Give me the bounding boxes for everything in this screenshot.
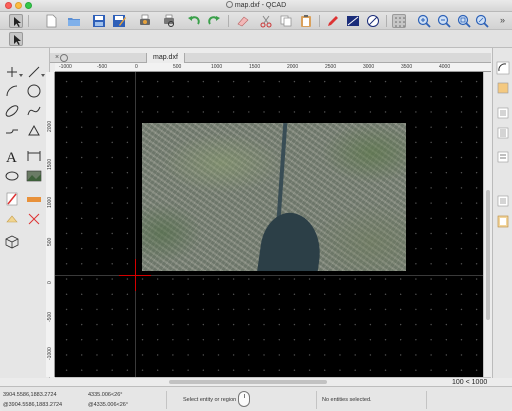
clipboard-icon[interactable] <box>496 214 510 228</box>
document-icon <box>225 1 233 8</box>
print-preview-icon[interactable] <box>162 14 176 28</box>
arc-tool-icon[interactable] <box>4 83 20 99</box>
drawing-canvas[interactable] <box>55 72 491 377</box>
document-tab-bar: × map.dxf <box>50 53 491 63</box>
secondary-toolbar <box>0 30 512 48</box>
paste-icon[interactable] <box>299 14 313 28</box>
hatch-tool-icon[interactable] <box>4 168 20 184</box>
relative-coordinates: @3904.5586,1883.2724 <box>3 402 63 408</box>
save-icon[interactable] <box>92 14 106 28</box>
lake <box>254 209 326 271</box>
select-arrow-icon[interactable] <box>9 14 23 28</box>
selection-status: No entities selected. <box>322 397 372 403</box>
h-ruler-tick-label: 3500 <box>401 64 413 70</box>
v-ruler-tick-label: 1500 <box>47 158 53 170</box>
h-ruler-tick-label: 2000 <box>287 64 299 70</box>
h-ruler-tick-label: 4000 <box>439 64 451 70</box>
tab-nav-icon[interactable] <box>60 54 68 62</box>
v-ruler-tick-label: -1000 <box>47 347 53 360</box>
modify-tool-icon[interactable] <box>4 191 20 207</box>
main-toolbar: » <box>0 12 512 30</box>
h-ruler-tick-label: 3000 <box>363 64 375 70</box>
image-tool-icon[interactable] <box>26 168 42 184</box>
block-tool-icon[interactable] <box>4 211 20 227</box>
save-as-icon[interactable] <box>112 14 126 28</box>
tab-map-dxf[interactable]: map.dxf <box>146 53 185 63</box>
toolbar-overflow-button[interactable]: » <box>500 15 505 25</box>
zoom-in-icon[interactable] <box>417 14 431 28</box>
h-ruler-tick-label: -500 <box>97 64 108 70</box>
horizontal-ruler: -1000 -500 0 500 1000 1500 2000 2500 3000 3500 400… <box>55 63 491 72</box>
circle-tool-icon[interactable] <box>26 83 42 99</box>
zoom-auto-icon[interactable] <box>457 14 471 28</box>
3d-box-icon[interactable] <box>4 234 20 250</box>
print-icon[interactable] <box>138 14 152 28</box>
polyline-tool-icon[interactable] <box>4 123 20 139</box>
snap-tool-icon[interactable] <box>26 211 42 227</box>
pen-icon[interactable] <box>326 14 340 28</box>
spline-tool-icon[interactable] <box>26 103 42 119</box>
h-ruler-tick-label: 1500 <box>249 64 261 70</box>
point-tool-icon[interactable] <box>4 64 20 80</box>
command-line-icon[interactable] <box>496 150 510 164</box>
text-tool-icon[interactable]: A <box>4 148 20 164</box>
v-ruler-tick-label: 2000 <box>47 120 53 132</box>
measure-tool-icon[interactable] <box>26 191 42 207</box>
library-browser-icon[interactable] <box>496 81 510 95</box>
tools-panel: A <box>0 48 50 378</box>
svg-text:A: A <box>6 150 17 164</box>
cut-icon[interactable] <box>259 14 273 28</box>
v-ruler-tick-label: 500 <box>47 237 53 246</box>
redo-icon[interactable] <box>207 14 221 28</box>
app-window: map.dxf - QCAD » A × map.dxf -1000 -500 … <box>0 0 512 411</box>
copy-icon[interactable] <box>279 14 293 28</box>
no-entry-icon[interactable] <box>366 14 380 28</box>
vertical-scroll-thumb[interactable] <box>486 190 490 320</box>
river <box>276 123 288 219</box>
window-title: map.dxf - QCAD <box>0 1 512 9</box>
polar-coordinates: 4335.006<26° <box>88 392 123 398</box>
h-ruler-tick-label: 2500 <box>325 64 337 70</box>
layer-list-icon[interactable] <box>496 126 510 140</box>
absolute-coordinates: 3904.5586,1883.2724 <box>3 392 57 398</box>
crosshair-vertical <box>135 259 136 291</box>
h-ruler-tick-label: -1000 <box>59 64 72 70</box>
y-axis-line <box>135 72 136 377</box>
h-ruler-tick-label: 500 <box>173 64 182 70</box>
h-ruler-tick-label: 1000 <box>211 64 223 70</box>
mouse-icon <box>238 391 250 407</box>
select-pointer-icon[interactable] <box>9 32 23 46</box>
title-bar: map.dxf - QCAD <box>0 0 512 12</box>
zoom-window-icon[interactable] <box>475 14 489 28</box>
status-bar: 3904.5586,1883.2724 @3904.5586,1883.2724… <box>0 386 512 411</box>
vertical-scrollbar[interactable] <box>483 72 491 377</box>
map-image[interactable] <box>142 123 406 271</box>
new-file-icon[interactable] <box>44 14 58 28</box>
property-editor-icon[interactable] <box>496 61 510 75</box>
docks-panel <box>492 48 512 378</box>
ellipse-tool-icon[interactable] <box>4 103 20 119</box>
open-folder-icon[interactable] <box>67 14 81 28</box>
horizontal-scrollbar[interactable] <box>55 377 491 386</box>
horizontal-scroll-thumb[interactable] <box>169 380 327 384</box>
layer-icon[interactable] <box>346 14 360 28</box>
shape-tool-icon[interactable] <box>26 123 42 139</box>
v-ruler-tick-label: -500 <box>47 311 53 322</box>
h-ruler-tick-label: 0 <box>135 64 138 70</box>
v-ruler-tick-label: 1000 <box>47 196 53 208</box>
status-hint: Select entity or region <box>183 397 237 403</box>
vertical-ruler: 2000 1500 1000 500 0 -500 -1000 <box>46 72 55 377</box>
grid-icon[interactable] <box>392 14 406 28</box>
dimension-tool-icon[interactable] <box>26 148 42 164</box>
zoom-out-icon[interactable] <box>437 14 451 28</box>
eraser-icon[interactable] <box>236 14 250 28</box>
view-list-icon[interactable] <box>496 194 510 208</box>
v-ruler-tick-label: 0 <box>47 281 53 284</box>
line-tool-icon[interactable] <box>26 64 42 80</box>
undo-icon[interactable] <box>187 14 201 28</box>
zoom-level: 100 < 1000 <box>452 379 488 386</box>
block-list-icon[interactable] <box>496 106 510 120</box>
relative-polar-coordinates: @4335.006<26° <box>88 402 129 408</box>
